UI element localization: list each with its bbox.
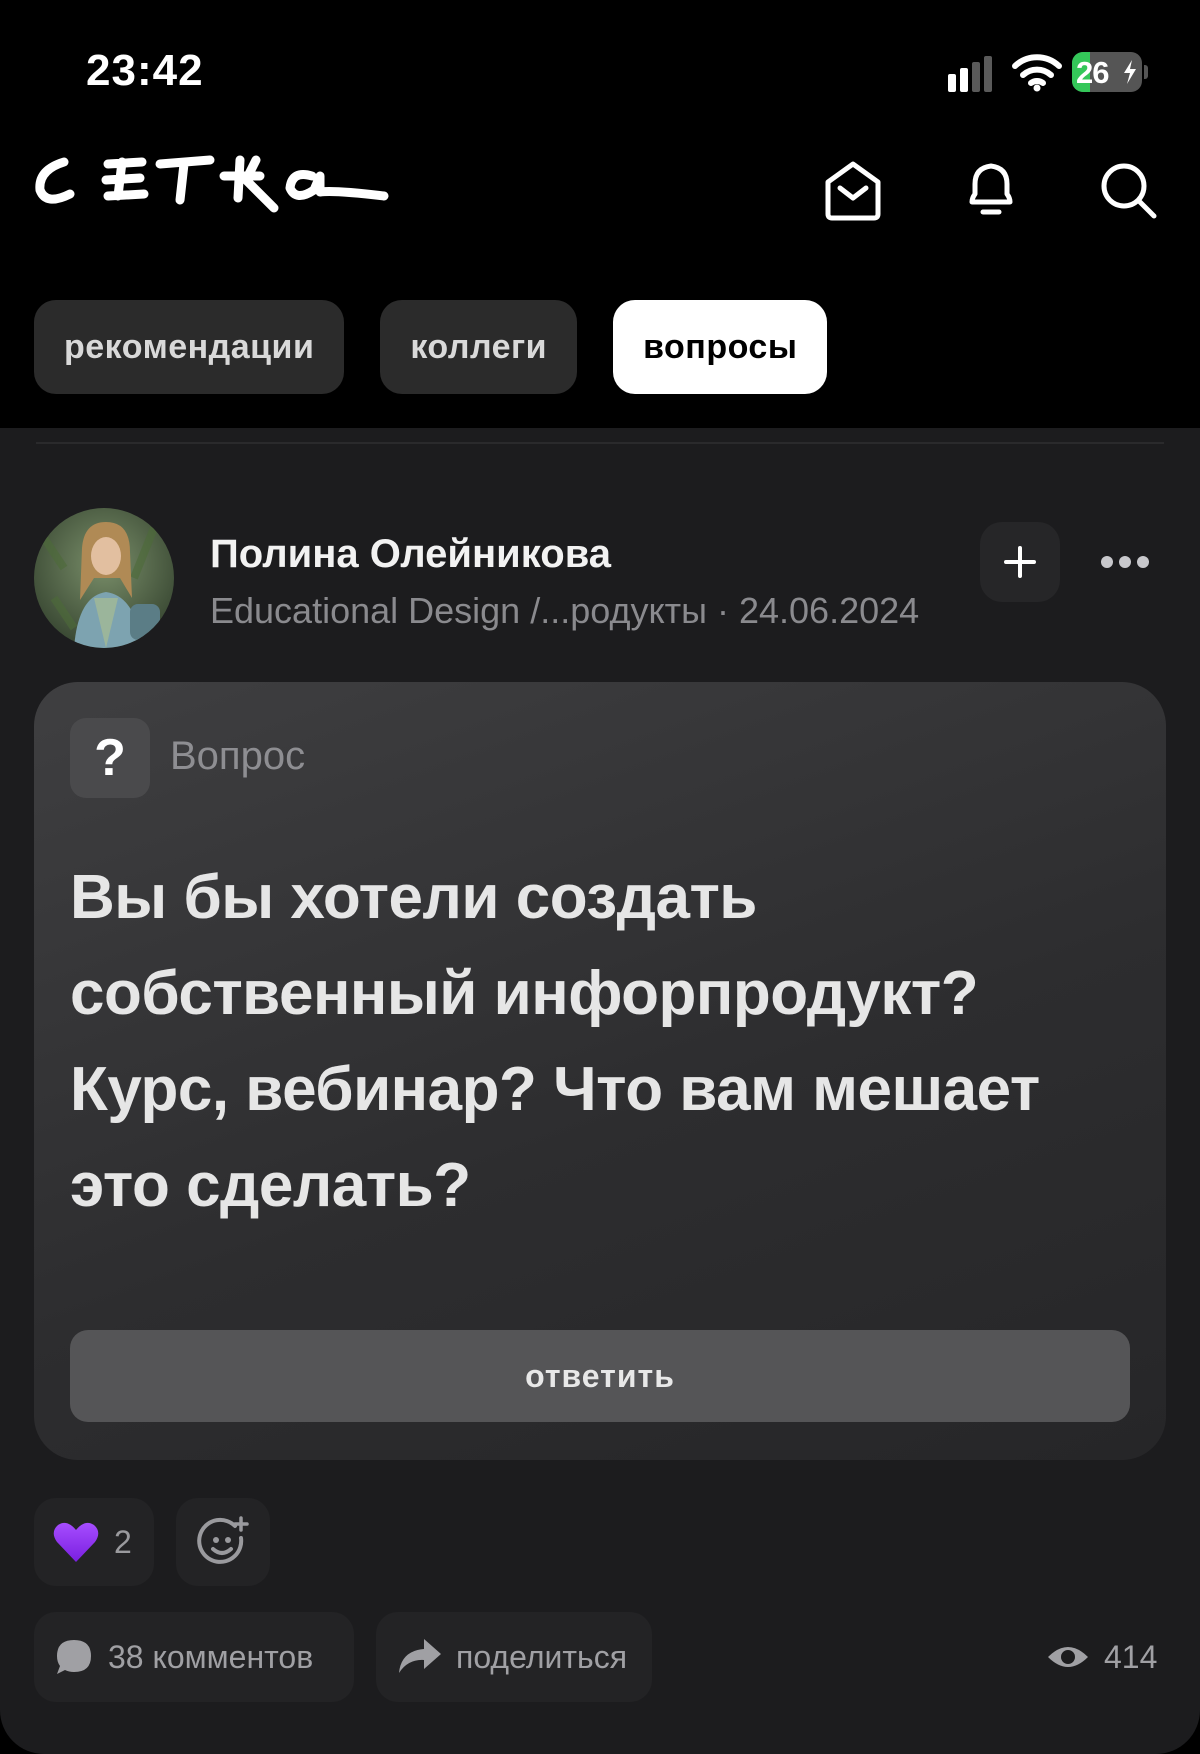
status-time: 23:42 (86, 46, 204, 95)
battery-icon: 26 (1072, 52, 1148, 92)
avatar[interactable] (34, 508, 174, 648)
share-label: поделиться (456, 1638, 628, 1675)
battery-level: 26 (1076, 55, 1109, 90)
author-name[interactable]: Полина Олейникова (210, 532, 611, 577)
app-logo[interactable] (34, 150, 400, 230)
feed: Полина Олейникова Educational Design /..… (0, 428, 1200, 1754)
comment-icon (57, 1640, 91, 1674)
question-type-label: Вопрос (170, 734, 306, 778)
search-icon[interactable] (1096, 158, 1162, 224)
charging-bolt-icon (1124, 60, 1136, 84)
question-text: Вы бы хотели создать собственный инфорпр… (70, 863, 1040, 1220)
follow-button[interactable] (980, 522, 1060, 602)
comments-button[interactable]: 38 комментов (34, 1612, 354, 1702)
status-bar: 23:42 26 (0, 0, 1200, 130)
signal-icon (948, 56, 992, 92)
post-meta: Educational Design /...родукты · 24.06.2… (210, 590, 920, 631)
eye-icon (1048, 1647, 1088, 1667)
reaction-count: 2 (114, 1523, 132, 1560)
share-arrow-icon (399, 1639, 441, 1673)
more-options-button[interactable] (1090, 522, 1160, 602)
comments-label: 38 комментов (108, 1638, 314, 1675)
mail-icon[interactable] (820, 158, 886, 224)
more-dots-icon (1101, 556, 1149, 568)
wifi-icon (1012, 54, 1062, 92)
tab-questions[interactable]: вопросы (613, 300, 828, 394)
question-badge-icon: ? (70, 718, 150, 798)
plus-icon (1004, 546, 1036, 578)
view-count: 414 (1046, 1612, 1157, 1702)
add-reaction-button[interactable] (176, 1498, 270, 1586)
add-emoji-icon (197, 1516, 249, 1564)
share-button[interactable]: поделиться (376, 1612, 652, 1702)
reaction-heart[interactable]: 2 (34, 1498, 154, 1586)
tab-colleagues[interactable]: коллеги (380, 300, 578, 394)
feed-tabs: рекомендации коллеги вопросы (34, 300, 828, 394)
views-label: 414 (1104, 1638, 1158, 1675)
divider (36, 442, 1164, 444)
bell-icon[interactable] (958, 158, 1024, 224)
answer-button[interactable]: ответить (70, 1330, 1130, 1422)
tab-recommendations[interactable]: рекомендации (34, 300, 345, 394)
purple-heart-icon (53, 1522, 99, 1562)
question-card[interactable]: ? Вопрос Вы бы хотели создать собственны… (34, 682, 1166, 1460)
